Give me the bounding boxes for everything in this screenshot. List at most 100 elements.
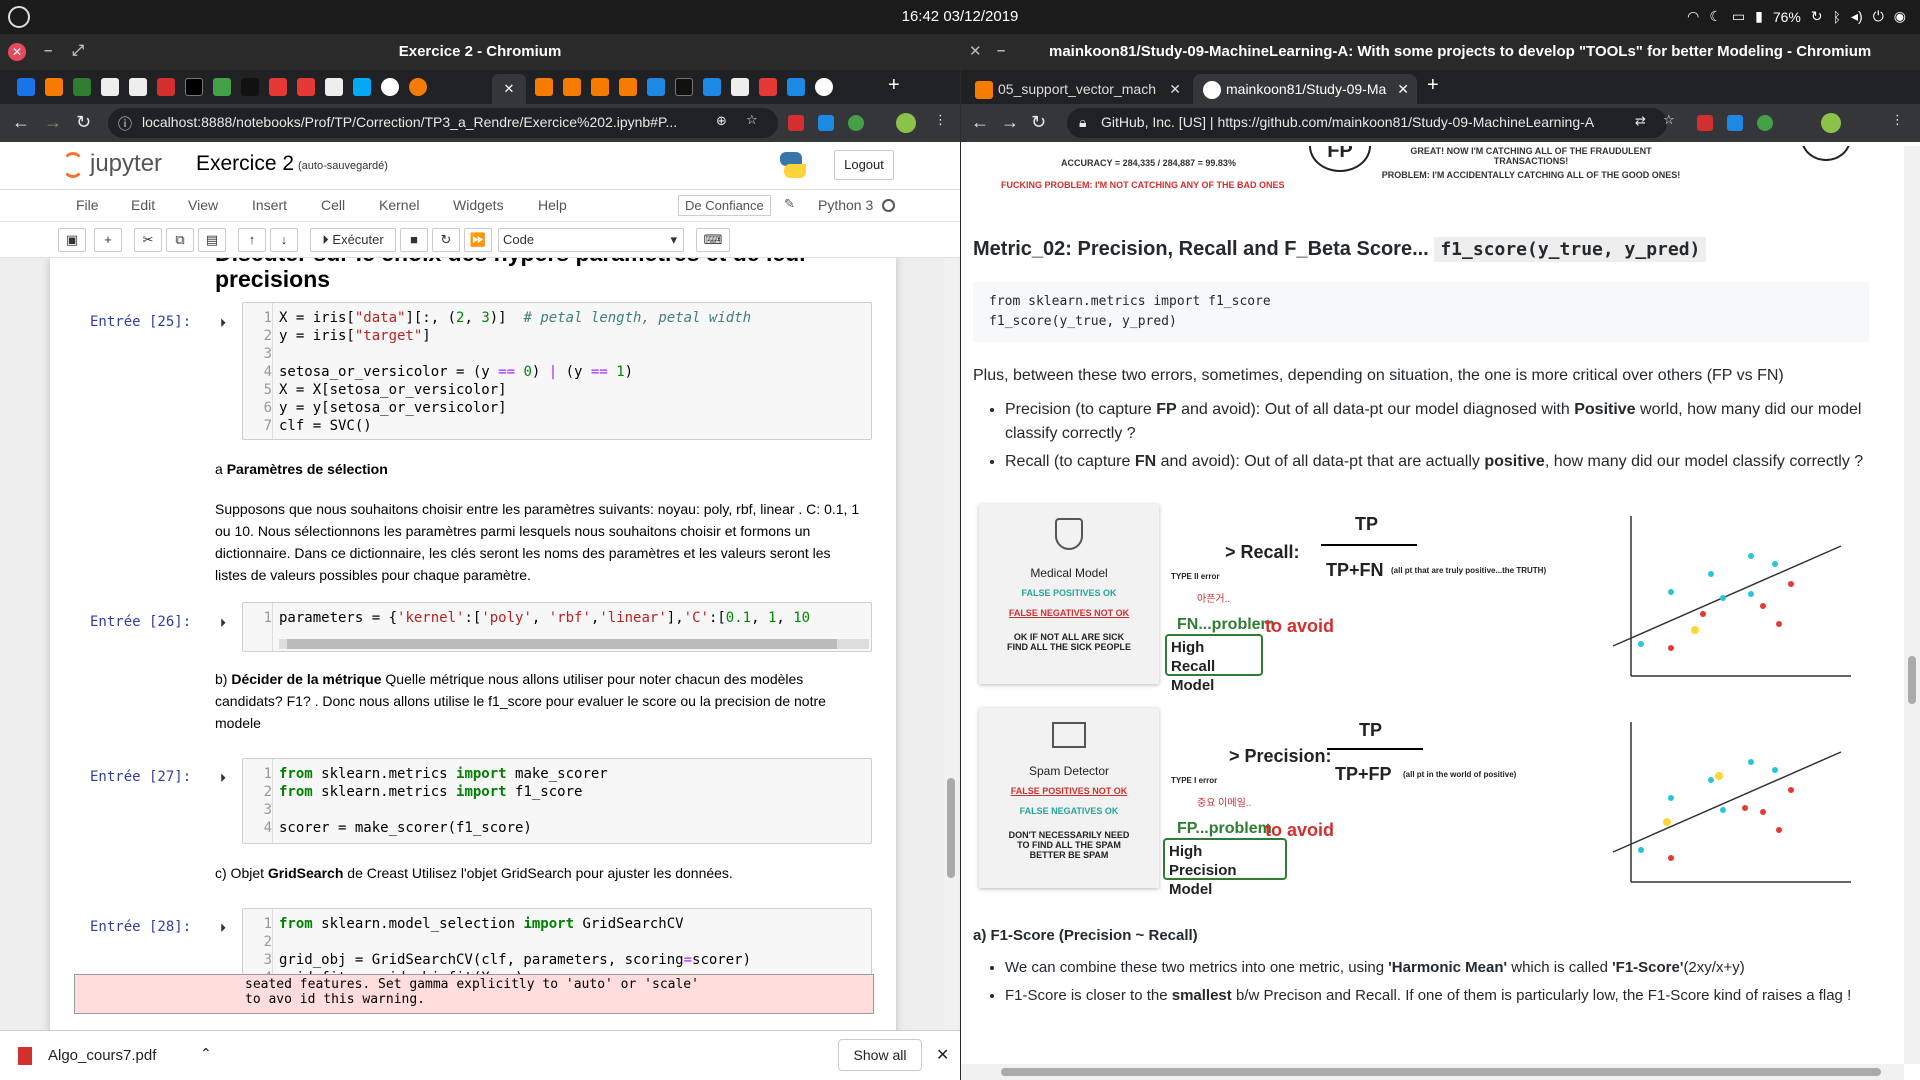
tab-close-icon[interactable]: ✕ xyxy=(1397,81,1409,98)
horizontal-scrollbar[interactable] xyxy=(279,639,869,649)
tab-svm-notebook[interactable]: 05_support_vector_mach ✕ xyxy=(965,74,1189,104)
tab-favicon-icon[interactable] xyxy=(213,78,231,96)
run-cell-icon[interactable]: ⏵ xyxy=(220,771,226,786)
back-button[interactable]: ← xyxy=(12,112,30,133)
forward-button[interactable]: → xyxy=(44,112,62,133)
menu-cell[interactable]: Cell xyxy=(321,197,345,213)
tab-favicon-icon[interactable] xyxy=(185,78,203,96)
menu-edit[interactable]: Edit xyxy=(131,197,155,213)
tab-favicon-icon[interactable] xyxy=(381,78,399,96)
menu-kernel[interactable]: Kernel xyxy=(379,197,419,213)
logout-button[interactable]: Logout xyxy=(834,150,894,180)
run-cell-icon[interactable]: ⏵ xyxy=(220,616,226,631)
notebook-name[interactable]: Exercice 2 xyxy=(196,152,294,176)
extension-icon[interactable] xyxy=(1727,115,1743,131)
system-clock[interactable]: 16:42 03/12/2019 xyxy=(0,8,1920,25)
tab-favicon-icon[interactable] xyxy=(297,78,315,96)
power-icon[interactable]: ⏻ xyxy=(1873,8,1884,25)
vertical-scrollbar[interactable] xyxy=(1904,146,1920,1064)
tab-favicon-icon[interactable] xyxy=(129,78,147,96)
back-button[interactable]: ← xyxy=(971,112,989,133)
profile-avatar[interactable] xyxy=(1821,113,1841,133)
show-all-button[interactable]: Show all xyxy=(838,1039,922,1071)
profile-avatar[interactable] xyxy=(896,113,916,133)
bookmark-star-icon[interactable]: ☆ xyxy=(1663,112,1675,128)
wifi-icon[interactable]: ◠ xyxy=(1687,8,1699,25)
tab-favicon-icon[interactable] xyxy=(535,78,553,96)
bluetooth-icon[interactable]: ᛒ xyxy=(1833,9,1841,25)
move-down-icon[interactable]: ↓ xyxy=(270,228,298,252)
sync-icon[interactable]: ↻ xyxy=(1811,8,1823,25)
info-icon[interactable]: ⓘ xyxy=(118,114,132,134)
tab-favicon-icon[interactable] xyxy=(563,78,581,96)
tab-favicon-icon[interactable] xyxy=(409,78,427,96)
cell-type-select[interactable]: Code ▾ xyxy=(498,228,684,252)
right-url-field[interactable]: 🔒︎ GitHub, Inc. [US] | https://github.co… xyxy=(1067,108,1667,138)
ublock-icon[interactable] xyxy=(788,115,804,131)
menu-insert[interactable]: Insert xyxy=(252,197,287,213)
menu-view[interactable]: View xyxy=(188,197,218,213)
tab-favicon-icon[interactable] xyxy=(45,78,63,96)
run-cell-icon[interactable]: ⏵ xyxy=(220,316,226,331)
tab-favicon-icon[interactable] xyxy=(731,78,749,96)
volume-icon[interactable]: ◂) xyxy=(1851,8,1863,25)
tab-close-icon[interactable]: ✕ xyxy=(1169,81,1181,98)
grammarly-icon[interactable] xyxy=(1757,115,1773,131)
tab-favicon-icon[interactable] xyxy=(647,78,665,96)
copy-icon[interactable]: ⧉ xyxy=(166,228,194,252)
menu-widgets[interactable]: Widgets xyxy=(453,197,504,213)
tab-favicon-icon[interactable] xyxy=(269,78,287,96)
horizontal-scrollbar[interactable] xyxy=(961,1064,1904,1080)
extension-icon[interactable] xyxy=(818,115,834,131)
active-tab-close-icon[interactable]: ✕ xyxy=(492,74,526,104)
tab-favicon-icon[interactable] xyxy=(703,78,721,96)
paste-icon[interactable]: ▤ xyxy=(198,228,226,252)
restart-run-all-icon[interactable]: ⏩ xyxy=(464,228,492,252)
forward-button[interactable]: → xyxy=(1001,112,1019,133)
grammarly-icon[interactable] xyxy=(848,115,864,131)
notebook-scrollbar[interactable] xyxy=(944,258,958,1030)
user-icon[interactable]: ◉ xyxy=(1894,8,1906,25)
close-downloads-icon[interactable]: ✕ xyxy=(936,1045,949,1065)
left-url-field[interactable]: ⓘ localhost:8888/notebooks/Prof/TP/Corre… xyxy=(108,108,778,138)
cut-icon[interactable]: ✂ xyxy=(134,228,162,252)
tab-github[interactable]: mainkoon81/Study-09-Ma ✕ xyxy=(1193,74,1417,104)
insert-cell-icon[interactable]: + xyxy=(94,228,122,252)
interrupt-icon[interactable]: ■ xyxy=(400,228,428,252)
tab-favicon-icon[interactable] xyxy=(353,78,371,96)
keyboard-icon[interactable]: ⌨ xyxy=(696,228,730,252)
tab-favicon-icon[interactable] xyxy=(619,78,637,96)
tab-favicon-icon[interactable] xyxy=(17,78,35,96)
close-window-button[interactable]: ✕ xyxy=(969,42,982,60)
translate-icon[interactable]: ⇄ xyxy=(1635,113,1646,129)
tab-favicon-icon[interactable] xyxy=(157,78,175,96)
code-cell-26[interactable]: 1 parameters = {'kernel':['poly', 'rbf',… xyxy=(242,602,872,652)
trusted-indicator[interactable]: De Confiance xyxy=(678,195,771,216)
tab-favicon-icon[interactable] xyxy=(325,78,343,96)
zoom-icon[interactable]: ⊕ xyxy=(716,113,727,129)
code-cell-27[interactable]: 1234 from sklearn.metrics import make_sc… xyxy=(242,758,872,844)
reload-button[interactable]: ↻ xyxy=(76,112,91,133)
tab-favicon-icon[interactable] xyxy=(73,78,91,96)
kernel-name[interactable]: Python 3 xyxy=(818,197,873,213)
chevron-up-icon[interactable]: ⌃ xyxy=(200,1045,212,1062)
tab-favicon-icon[interactable] xyxy=(815,78,833,96)
download-filename[interactable]: Algo_cours7.pdf xyxy=(48,1047,156,1064)
new-tab-button[interactable]: + xyxy=(888,74,900,97)
bookmark-star-icon[interactable]: ☆ xyxy=(746,112,758,128)
battery-icon[interactable]: ▮ xyxy=(1755,8,1763,25)
menu-file[interactable]: File xyxy=(76,197,99,213)
tab-favicon-icon[interactable] xyxy=(675,78,693,96)
tab-favicon-icon[interactable] xyxy=(101,78,119,96)
menu-icon[interactable]: ⋮ xyxy=(1891,112,1904,128)
code-cell-25[interactable]: 1234567 X = iris["data"][:, (2, 3)] # pe… xyxy=(242,302,872,440)
restart-icon[interactable]: ↻ xyxy=(432,228,460,252)
save-icon[interactable]: ▣ xyxy=(58,228,86,252)
run-button[interactable]: ⏵ Exécuter xyxy=(310,228,396,252)
new-tab-button[interactable]: + xyxy=(1427,74,1439,97)
night-icon[interactable]: ☾ xyxy=(1709,8,1722,25)
minimize-button[interactable]: – xyxy=(997,42,1005,59)
jupyter-logo-icon[interactable] xyxy=(62,152,84,178)
reload-button[interactable]: ↻ xyxy=(1031,112,1046,133)
menu-help[interactable]: Help xyxy=(538,197,567,213)
